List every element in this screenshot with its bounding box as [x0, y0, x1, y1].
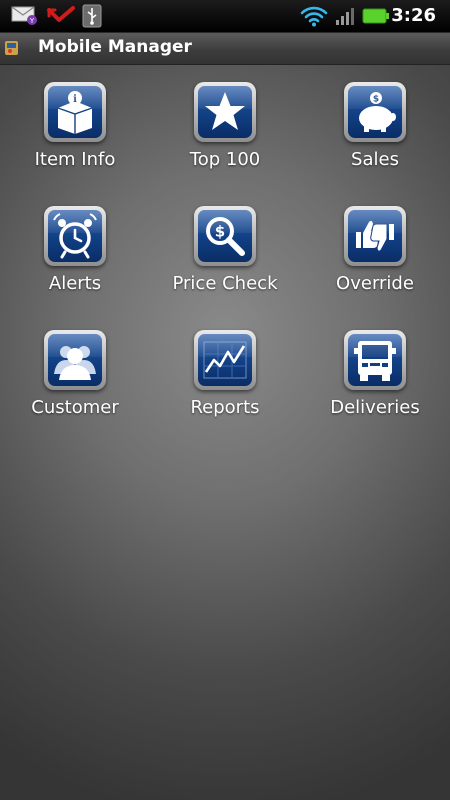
menu-item-label: Top 100	[189, 149, 261, 170]
app-title: Mobile Manager	[38, 37, 192, 57]
menu-item-sales[interactable]: $ Sales	[300, 64, 450, 188]
alarm-clock-icon	[53, 213, 97, 259]
piggy-bank-icon: $	[359, 92, 396, 132]
menu-item-customer[interactable]: Customer	[0, 312, 150, 436]
menu-item-label: Deliveries	[330, 397, 420, 418]
magnifier-dollar-icon: $	[206, 217, 245, 256]
menu-item-alerts[interactable]: Alerts	[0, 188, 150, 312]
email-notification-icon: Y	[10, 4, 40, 30]
wifi-icon	[300, 5, 328, 31]
menu-item-label: Override	[336, 273, 414, 294]
usb-icon	[82, 4, 102, 32]
clock-time: 3:26	[391, 5, 436, 26]
truck-icon	[354, 341, 396, 381]
menu-item-label: Customer	[31, 397, 119, 418]
menu-item-override[interactable]: Override	[300, 188, 450, 312]
menu-item-price-check[interactable]: $ Price Check	[150, 188, 300, 312]
app-title-bar: Mobile Manager	[0, 33, 450, 65]
missed-call-icon	[46, 4, 76, 30]
star-icon	[205, 92, 245, 130]
people-icon	[54, 346, 96, 380]
menu-item-top-100[interactable]: Top 100	[150, 64, 300, 188]
signal-strength-icon	[334, 5, 356, 31]
svg-text:Y: Y	[29, 17, 35, 25]
menu-item-label: Reports	[190, 397, 260, 418]
svg-text:$: $	[215, 223, 225, 241]
menu-item-label: Item Info	[34, 149, 116, 170]
menu-item-deliveries[interactable]: Deliveries	[300, 312, 450, 436]
thumbs-up-down-icon	[356, 220, 394, 252]
menu-item-label: Alerts	[48, 273, 102, 294]
menu-item-label: Sales	[351, 149, 399, 170]
svg-text:$: $	[373, 95, 379, 105]
battery-icon	[362, 7, 390, 29]
line-chart-icon	[203, 341, 247, 379]
menu-item-reports[interactable]: Reports	[150, 312, 300, 436]
svg-text:i: i	[73, 94, 77, 105]
menu-item-item-info[interactable]: i Item Info	[0, 64, 150, 188]
info-box-icon: i	[57, 91, 93, 134]
menu-item-label: Price Check	[172, 273, 278, 294]
status-bar: Y 3:26	[0, 0, 450, 33]
app-logo-icon	[2, 38, 22, 62]
